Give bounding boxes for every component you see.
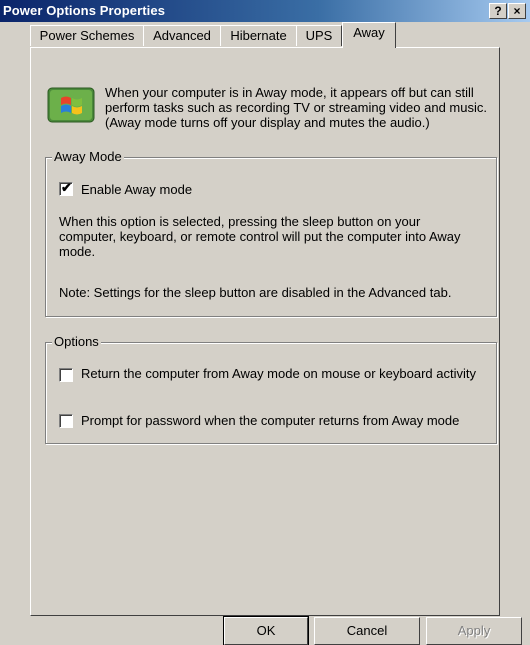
close-button[interactable]: × bbox=[508, 3, 526, 19]
options-group: Options bbox=[45, 334, 497, 444]
apply-button[interactable]: Apply bbox=[426, 617, 522, 645]
checkmark-icon: ✔ bbox=[61, 180, 72, 195]
tab-away[interactable]: Away bbox=[342, 22, 396, 48]
help-button[interactable]: ? bbox=[489, 3, 507, 19]
enable-away-mode-label[interactable]: Enable Away mode bbox=[81, 182, 192, 197]
ok-button[interactable]: OK bbox=[223, 616, 309, 645]
away-mode-note: Note: Settings for the sleep button are … bbox=[59, 285, 452, 300]
cancel-button[interactable]: Cancel bbox=[314, 617, 420, 645]
enable-away-mode-checkbox[interactable]: ✔ bbox=[59, 180, 73, 196]
window-title: Power Options Properties bbox=[3, 3, 166, 18]
away-tab-page bbox=[30, 47, 500, 616]
prompt-password-label[interactable]: Prompt for password when the computer re… bbox=[81, 413, 491, 428]
tab-hibernate[interactable]: Hibernate bbox=[220, 25, 297, 46]
tab-ups[interactable]: UPS bbox=[296, 25, 342, 46]
away-mode-legend: Away Mode bbox=[52, 149, 124, 165]
tab-power-schemes[interactable]: Power Schemes bbox=[30, 25, 144, 46]
prompt-password-checkbox[interactable] bbox=[59, 414, 73, 428]
return-from-away-label[interactable]: Return the computer from Away mode on mo… bbox=[81, 366, 481, 381]
power-options-window: Power Options Properties ? × Power Schem… bbox=[0, 0, 530, 645]
away-mode-description: When this option is selected, pressing t… bbox=[59, 214, 461, 259]
windows-flag-icon bbox=[47, 87, 95, 123]
return-from-away-checkbox[interactable] bbox=[59, 368, 73, 382]
tab-advanced[interactable]: Advanced bbox=[143, 25, 221, 46]
options-legend: Options bbox=[52, 334, 101, 350]
intro-text: When your computer is in Away mode, it a… bbox=[105, 85, 487, 130]
title-bar[interactable]: Power Options Properties ? × bbox=[0, 0, 530, 22]
